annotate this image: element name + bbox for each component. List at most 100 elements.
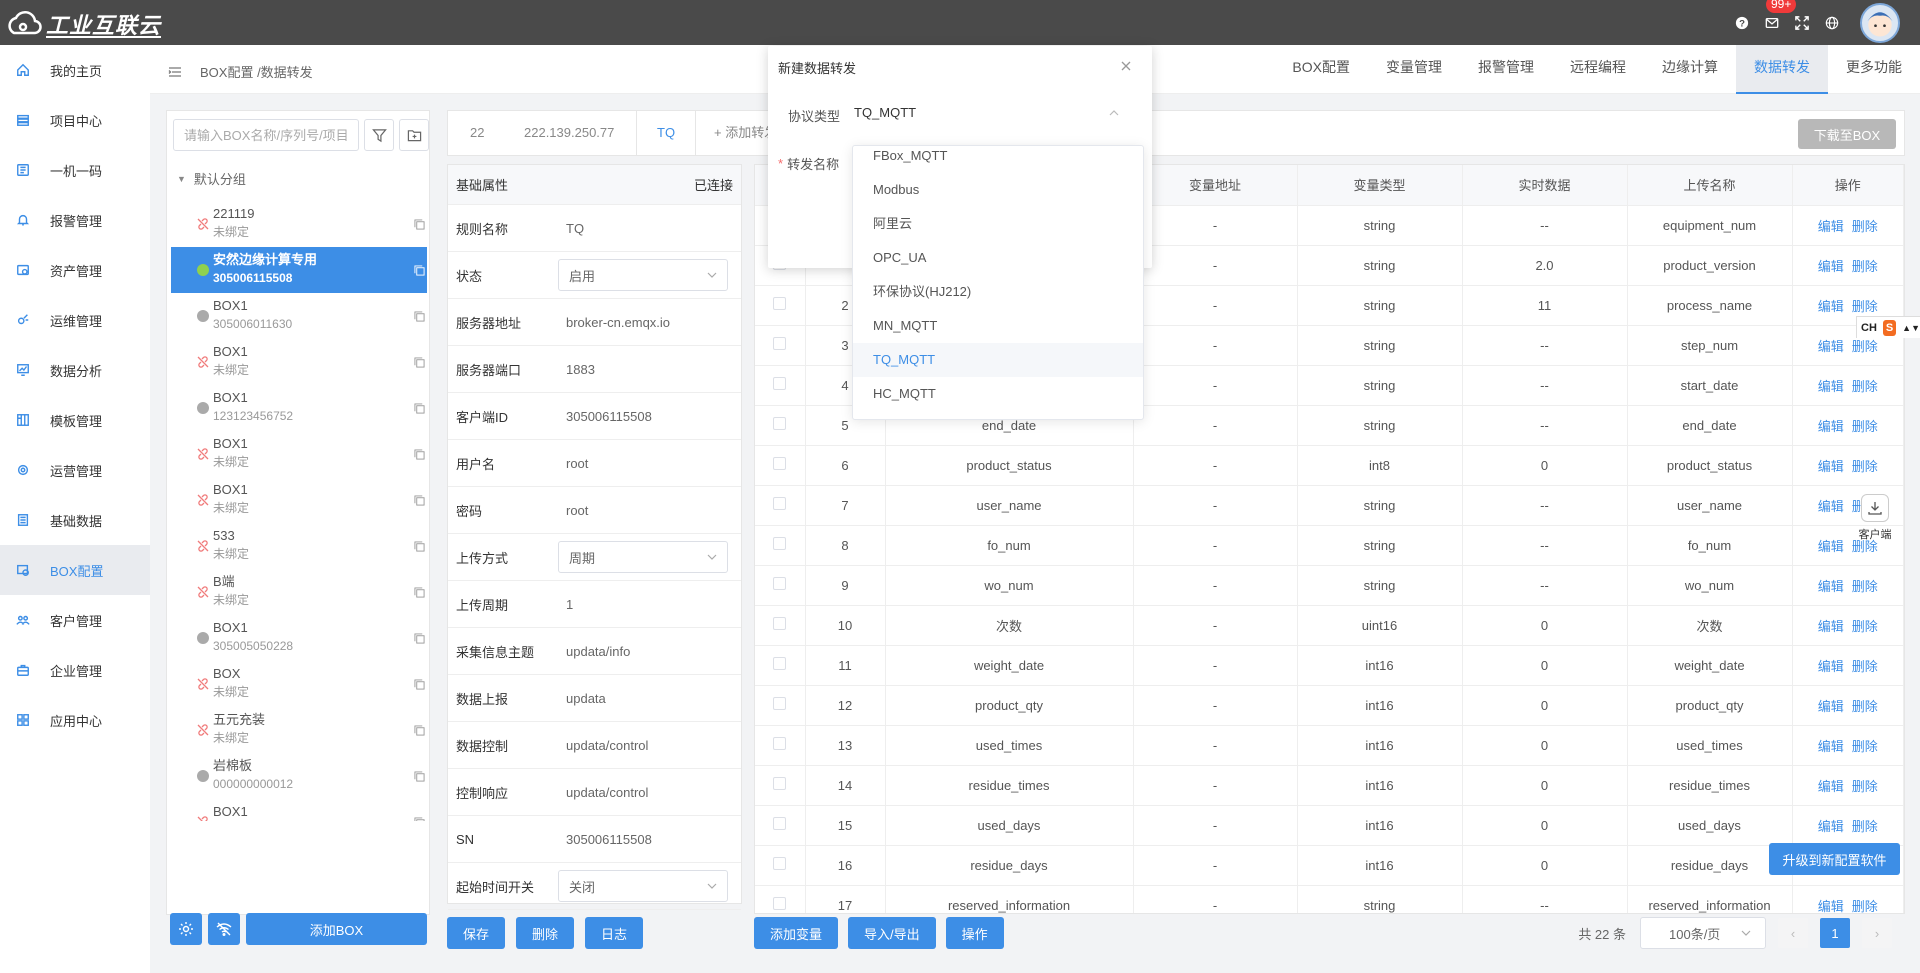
row-checkbox[interactable]	[773, 577, 787, 590]
copy-icon[interactable]	[414, 357, 425, 368]
sidebar-item-9[interactable]: 基础数据	[0, 495, 150, 545]
row-checkbox[interactable]	[773, 497, 787, 510]
delete-link[interactable]: 删除	[1852, 219, 1878, 234]
user-avatar[interactable]	[1860, 2, 1900, 43]
box-list-item[interactable]: BOX 未绑定	[171, 661, 427, 707]
copy-icon[interactable]	[414, 541, 425, 552]
tab-0[interactable]: BOX配置	[1274, 45, 1368, 94]
row-checkbox[interactable]	[773, 897, 787, 910]
row-checkbox[interactable]	[773, 697, 787, 710]
sidebar-item-7[interactable]: 模板管理	[0, 395, 150, 445]
prop-value[interactable]: TQ	[558, 221, 584, 236]
prop-value[interactable]: 305006115508	[558, 409, 652, 424]
sidebar-item-13[interactable]: 应用中心	[0, 695, 150, 745]
dropdown-option[interactable]: 环保协议(HJ212)	[853, 275, 1143, 309]
row-checkbox[interactable]	[773, 377, 787, 390]
prop-value[interactable]: updata/info	[558, 644, 630, 659]
box-list-item[interactable]: 533 未绑定	[171, 523, 427, 569]
edit-link[interactable]: 编辑	[1818, 779, 1844, 794]
box-list-item[interactable]: 岩棉板 000000000012	[171, 753, 427, 799]
row-checkbox[interactable]	[773, 817, 787, 830]
box-list-item[interactable]: BOX1未绑定	[171, 477, 427, 523]
sidebar-item-4[interactable]: 资产管理	[0, 245, 150, 295]
edit-link[interactable]: 编辑	[1818, 819, 1844, 834]
copy-icon[interactable]	[414, 265, 425, 276]
dropdown-option[interactable]: HC_MQTT	[853, 377, 1143, 411]
dropdown-option[interactable]: 阿里云	[853, 207, 1143, 241]
edit-link[interactable]: 编辑	[1818, 299, 1844, 314]
copy-icon[interactable]	[414, 449, 425, 460]
row-checkbox[interactable]	[773, 657, 787, 670]
edit-link[interactable]: 编辑	[1818, 659, 1844, 674]
page-size-select[interactable]: 100条/页	[1640, 917, 1766, 949]
sidebar-item-8[interactable]: 运营管理	[0, 445, 150, 495]
edit-link[interactable]: 编辑	[1818, 739, 1844, 754]
copy-icon[interactable]	[414, 219, 425, 230]
copy-icon[interactable]	[414, 495, 425, 506]
edit-link[interactable]: 编辑	[1818, 459, 1844, 474]
row-checkbox[interactable]	[773, 617, 787, 630]
forward-tab-id[interactable]: 22	[470, 111, 484, 155]
row-checkbox[interactable]	[773, 777, 787, 790]
prop-select[interactable]: 关闭	[558, 870, 728, 902]
edit-link[interactable]: 编辑	[1818, 259, 1844, 274]
row-checkbox[interactable]	[773, 457, 787, 470]
upgrade-button[interactable]: 升级到新配置软件	[1769, 843, 1900, 875]
box-list-item[interactable]: BOX1未绑定	[171, 431, 427, 477]
wifi-off-button[interactable]	[208, 913, 240, 945]
sidebar-item-0[interactable]: 我的主页	[0, 45, 150, 95]
delete-link[interactable]: 删除	[1852, 819, 1878, 834]
client-download-float[interactable]: 客户端	[1855, 494, 1895, 546]
delete-link[interactable]: 删除	[1852, 779, 1878, 794]
tab-2[interactable]: 报警管理	[1460, 45, 1552, 94]
copy-icon[interactable]	[414, 403, 425, 414]
fullscreen-icon[interactable]	[1792, 13, 1812, 33]
sidebar-item-6[interactable]: 数据分析	[0, 345, 150, 395]
copy-icon[interactable]	[414, 771, 425, 782]
download-to-box-button[interactable]: 下载至BOX	[1798, 119, 1896, 149]
import-export-button[interactable]: 导入/导出	[848, 917, 936, 949]
copy-icon[interactable]	[414, 817, 425, 821]
add-variable-button[interactable]: 添加变量	[754, 917, 839, 949]
delete-link[interactable]: 删除	[1852, 659, 1878, 674]
add-box-button[interactable]: 添加BOX	[246, 913, 427, 945]
page-number[interactable]: 1	[1820, 918, 1850, 948]
delete-link[interactable]: 删除	[1852, 259, 1878, 274]
sidebar-item-10[interactable]: BOX配置	[0, 545, 150, 595]
edit-link[interactable]: 编辑	[1818, 699, 1844, 714]
delete-link[interactable]: 删除	[1852, 579, 1878, 594]
log-button[interactable]: 日志	[585, 917, 643, 949]
box-search-input[interactable]	[173, 119, 359, 151]
copy-icon[interactable]	[414, 633, 425, 644]
operate-button[interactable]: 操作	[945, 917, 1004, 949]
menu-toggle-icon[interactable]	[168, 65, 182, 79]
dropdown-option[interactable]: TQ_MQTT	[853, 343, 1143, 377]
forward-tab-ip[interactable]: 222.139.250.77	[524, 111, 614, 155]
box-list-item[interactable]: BOX1未绑定	[171, 799, 427, 821]
tab-1[interactable]: 变量管理	[1368, 45, 1460, 94]
edit-link[interactable]: 编辑	[1818, 379, 1844, 394]
tab-5[interactable]: 数据转发	[1736, 45, 1828, 94]
tab-6[interactable]: 更多功能	[1828, 45, 1920, 94]
message-icon[interactable]: 99+	[1762, 0, 1797, 33]
settings-button[interactable]	[170, 913, 202, 945]
prop-value[interactable]: updata	[558, 691, 606, 706]
edit-link[interactable]: 编辑	[1818, 579, 1844, 594]
help-icon[interactable]: ?	[1732, 13, 1752, 33]
sidebar-item-11[interactable]: 客户管理	[0, 595, 150, 645]
tab-4[interactable]: 边缘计算	[1644, 45, 1736, 94]
delete-link[interactable]: 删除	[1852, 699, 1878, 714]
copy-icon[interactable]	[414, 679, 425, 690]
delete-link[interactable]: 删除	[1852, 379, 1878, 394]
copy-icon[interactable]	[414, 311, 425, 322]
delete-link[interactable]: 删除	[1852, 299, 1878, 314]
row-checkbox[interactable]	[773, 337, 787, 350]
globe-icon[interactable]	[1822, 13, 1842, 33]
box-list-item[interactable]: 221119 未绑定	[171, 201, 427, 247]
dropdown-option[interactable]: MN_MQTT	[853, 309, 1143, 343]
edit-link[interactable]: 编辑	[1818, 619, 1844, 634]
filter-button[interactable]	[364, 119, 394, 151]
tab-3[interactable]: 远程编程	[1552, 45, 1644, 94]
edit-link[interactable]: 编辑	[1818, 219, 1844, 234]
close-icon[interactable]	[1120, 60, 1132, 72]
